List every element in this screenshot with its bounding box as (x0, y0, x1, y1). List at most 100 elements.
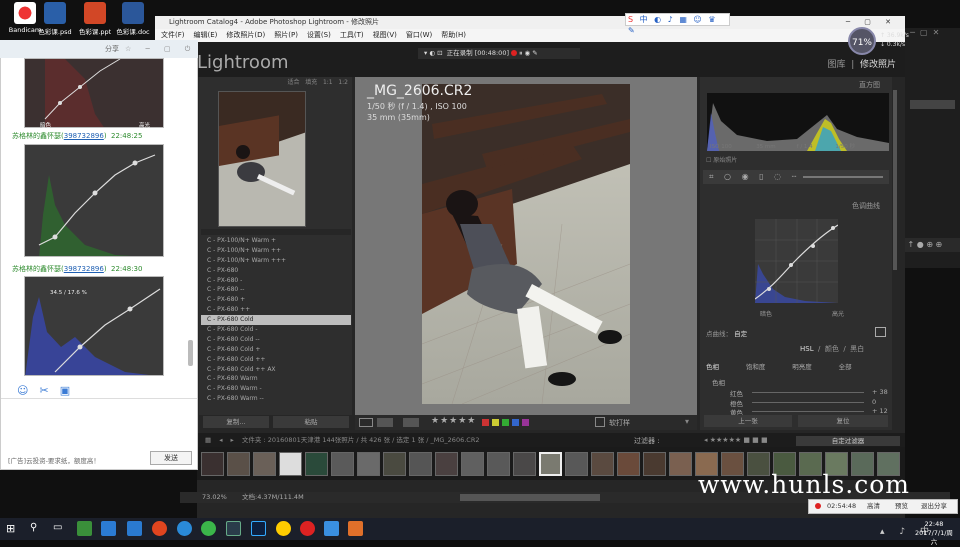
taskbar-qq-icon[interactable] (276, 521, 291, 536)
star-rating[interactable]: ★★★★★ (431, 416, 476, 426)
right-panel-scrollbar[interactable] (893, 90, 897, 270)
chat-image-3[interactable] (24, 276, 164, 376)
preset-item[interactable]: C - PX-680 Cold (201, 315, 351, 326)
hsl-row-value[interactable]: + 12 (872, 407, 888, 415)
tool-slider[interactable] (803, 176, 883, 178)
clock[interactable]: 22:48 2017/7/1/周六 (912, 520, 956, 547)
taskbar-wechat-icon[interactable] (201, 521, 216, 536)
nav-tab-1-1[interactable]: 1:1 (323, 79, 333, 86)
tone-curve-graph[interactable] (754, 219, 839, 303)
menu-settings[interactable]: 设置(S) (307, 31, 331, 39)
start-icon[interactable]: ⊞ (6, 522, 15, 535)
share-exit-button[interactable]: 退出分享 (921, 500, 947, 513)
taskbar-app-4-icon[interactable] (152, 521, 167, 536)
taskbar-app-6-icon[interactable] (348, 521, 363, 536)
record-dot-icon[interactable] (511, 50, 518, 56)
scissors-icon[interactable]: ✂ (39, 384, 59, 397)
filmstrip-thumbnail[interactable] (253, 452, 276, 476)
status-scrollbar[interactable] (460, 494, 600, 501)
taskbar-app-3-icon[interactable] (127, 521, 142, 536)
sender-qq[interactable]: 398732896 (64, 265, 104, 273)
filter-select[interactable]: 自定过滤器 (796, 436, 900, 446)
filmstrip-thumbnail[interactable] (201, 452, 224, 476)
taskbar-photoshop-icon[interactable] (251, 521, 266, 536)
search-icon[interactable]: ⚲ (30, 522, 37, 533)
menu-file[interactable]: 文件(F) (161, 31, 185, 39)
point-curve-select[interactable]: 自定 (734, 330, 747, 338)
filmstrip-thumbnail[interactable] (435, 452, 458, 476)
color-labels[interactable] (482, 419, 529, 429)
preset-item[interactable]: C - PX-680 Cold ++ AX (201, 365, 351, 375)
chat-ad[interactable]: [广告]云投资-要求纸，额度高！ (8, 455, 100, 465)
preset-item[interactable]: C - PX-680 (201, 266, 351, 276)
hsl-slider[interactable] (752, 411, 864, 412)
preset-item[interactable]: C - PX-100/N+ Warm ++ (201, 246, 351, 256)
filmstrip-thumbnail[interactable] (357, 452, 380, 476)
chat-scrollbar[interactable] (188, 340, 193, 366)
hsl-row-value[interactable]: + 38 (872, 388, 888, 396)
hsl-slider[interactable] (752, 392, 864, 393)
image-icon[interactable]: ▣ (60, 384, 81, 397)
edit-curve-icon[interactable] (875, 327, 886, 337)
preset-item[interactable]: C - PX-680 Warm (201, 374, 351, 384)
soft-proof-checkbox[interactable] (595, 417, 605, 427)
menu-photo[interactable]: 照片(P) (274, 31, 298, 39)
share-hd-button[interactable]: 高清 (867, 500, 880, 513)
filmstrip-thumbnail[interactable] (305, 452, 328, 476)
filmstrip-thumbnail[interactable] (669, 452, 692, 476)
menu-window[interactable]: 窗口(W) (406, 31, 432, 39)
copy-button[interactable]: 复制... (203, 416, 269, 428)
preset-item[interactable]: C - PX-680 Warm -- (201, 394, 351, 404)
preset-item[interactable]: C - PX-680 Cold -- (201, 335, 351, 345)
filmstrip-nav-icons[interactable]: ▦ ◂ ▸ (205, 436, 242, 444)
preset-item[interactable]: C - PX-680 + (201, 295, 351, 305)
preset-item[interactable]: C - PX-680 ++ (201, 305, 351, 315)
preset-item[interactable]: C - PX-680 Cold + (201, 345, 351, 355)
send-button[interactable]: 发送 (150, 451, 192, 465)
filmstrip-thumbnail[interactable] (227, 452, 250, 476)
preset-item[interactable]: C - PX-100/N+ Warm + (201, 236, 351, 246)
menu-help[interactable]: 帮助(H) (441, 31, 466, 39)
filmstrip-path[interactable]: 文件夹 : 20160801天津港 144张照片 / 共 426 张 / 选定 … (242, 436, 480, 444)
preset-item[interactable]: C - PX-680 -- (201, 285, 351, 295)
navigator-thumbnail[interactable] (218, 91, 306, 227)
filmstrip-thumbnail[interactable] (643, 452, 666, 476)
compare-view-icon[interactable] (377, 418, 393, 427)
desktop-icon-doc[interactable]: 色彩课.doc (110, 2, 156, 36)
chat-image-2[interactable] (24, 144, 164, 257)
menu-view[interactable]: 视图(V) (373, 31, 397, 39)
filmstrip-thumbnail[interactable] (331, 452, 354, 476)
menu-develop[interactable]: 修改照片(D) (226, 31, 265, 39)
preset-item[interactable]: C - PX-680 - (201, 276, 351, 286)
filmstrip-thumbnail[interactable] (461, 452, 484, 476)
nav-tab-fit[interactable]: 适合 (287, 79, 299, 86)
taskbar-app-2-icon[interactable] (101, 521, 116, 536)
filmstrip-thumbnail[interactable] (279, 452, 302, 476)
emoji-icon[interactable]: ☺ (17, 384, 39, 397)
module-library[interactable]: 图库 (827, 60, 845, 70)
taskbar-app-1-icon[interactable] (77, 521, 92, 536)
main-photo[interactable] (422, 84, 630, 404)
filmstrip-thumbnail[interactable] (383, 452, 406, 476)
taskbar-lightroom-icon[interactable] (226, 521, 241, 536)
toolbar-menu-icon[interactable]: ▾ (685, 417, 689, 426)
hsl-sub-lum[interactable]: 明亮度 (792, 363, 812, 371)
share-preview-button[interactable]: 预览 (895, 500, 908, 513)
hsl-sub-sat[interactable]: 饱和度 (746, 363, 766, 371)
menu-tools[interactable]: 工具(T) (340, 31, 364, 39)
hsl-tab-bw[interactable]: 黑白 (850, 345, 864, 353)
preset-item[interactable]: C - PX-680 Cold - (201, 325, 351, 335)
preset-item[interactable]: C - PX-680 Cold ++ (201, 355, 351, 365)
tool-icons[interactable]: ⌗ ○ ◉ ▯ ◌ ┄ (709, 172, 800, 182)
hsl-tab-hsl[interactable]: HSL (800, 345, 814, 353)
window-controls[interactable]: ─ ▢ ✕ (846, 16, 897, 29)
chat-window-controls[interactable]: ☆ ─ ▢ ⏻ (125, 40, 196, 58)
taskbar-browser-icon[interactable] (177, 521, 192, 536)
filmstrip-thumbnail[interactable] (617, 452, 640, 476)
chat-image-1[interactable] (24, 58, 164, 128)
module-develop[interactable]: 修改照片 (860, 60, 896, 70)
filter-stars[interactable]: ◂ ★★★★★ ■ ■ ■ (704, 436, 768, 444)
hsl-tab-color[interactable]: 颜色 (825, 345, 839, 353)
menu-edit[interactable]: 编辑(E) (194, 31, 218, 39)
preset-item[interactable]: C - PX-100/N+ Warm +++ (201, 256, 351, 266)
